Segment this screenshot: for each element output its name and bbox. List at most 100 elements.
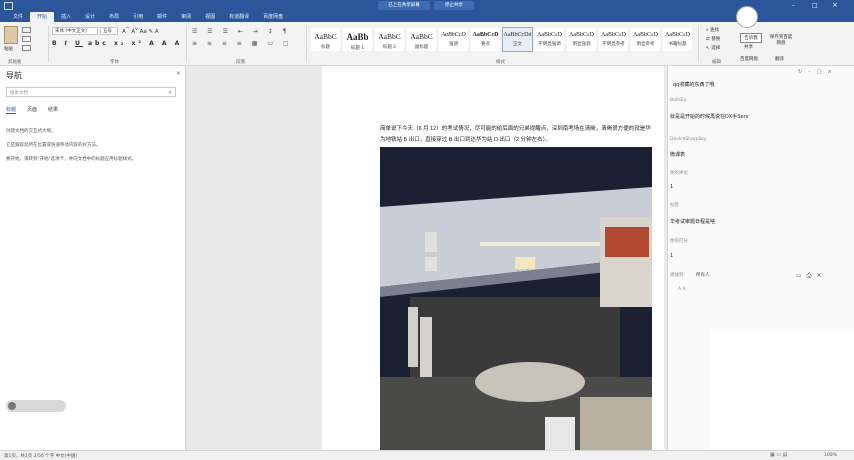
close-icon[interactable]: × (176, 70, 181, 77)
delete-icon[interactable]: ✕ (816, 272, 826, 279)
close-icon[interactable]: × (832, 1, 838, 9)
field-label: BullsEq (670, 98, 687, 103)
group-divider (306, 26, 307, 62)
find-button[interactable]: ⌕ 查找 (706, 27, 719, 33)
paste-label[interactable]: 粘贴 (4, 46, 13, 52)
status-text: 第1页，共1页 2/56 个字 中文(中国) (4, 454, 78, 459)
list-icons[interactable]: ☰ ☰ ☰ ⇤ ⇥ ↕ ¶ (192, 28, 290, 35)
search-icon[interactable]: ⌕ (169, 89, 172, 97)
nav-search-input[interactable]: 搜索文档 ⌕ (6, 87, 176, 97)
style-emphasis[interactable]: AaBbCcD 强调 (438, 27, 469, 52)
field-value[interactable]: 就是是开始的时候再说在DX手Serv (670, 113, 749, 120)
tab-review[interactable]: 审阅 (174, 12, 198, 22)
print-icon[interactable]: ⎙ (807, 272, 817, 279)
style-subtle-reference[interactable]: AaBbCcD 不明显参考 (598, 27, 629, 52)
floating-toolbar[interactable] (6, 400, 66, 412)
font-size-hint: A A (678, 287, 686, 292)
style-title[interactable]: AaBbC 标题 (310, 27, 341, 52)
group-label-editing: 编辑 (712, 60, 721, 65)
style-subtitle[interactable]: AaBbC 副标题 (406, 27, 437, 52)
close-icon[interactable]: × (827, 69, 837, 75)
group-divider (48, 26, 49, 62)
status-bar: 第1页，共1页 2/56 个字 中文(中国) ▦ ▭ ▤ 100% (0, 450, 854, 460)
align-icons[interactable]: ≡ ≡ ≡ ≡ ▦ ▭ ▢ (192, 40, 293, 47)
style-book-title[interactable]: AaBbCcD 书籍标题 (662, 27, 693, 52)
share-status-pill: 已上在共享屏幕 (378, 1, 430, 10)
tab-references[interactable]: 引用 (126, 12, 150, 22)
field-value[interactable]: 华考试审题日程是啥 (670, 218, 715, 225)
tab-file[interactable]: 文件 (6, 12, 30, 22)
font-name-select[interactable]: 宋体 (中文正文) (52, 27, 98, 35)
replace-button[interactable]: ⇄ 替换 (706, 36, 720, 42)
style-normal[interactable]: AaBbCcDd 正文 (502, 27, 533, 52)
nav-help-line: 它是跟踪您所在位置或快速移动内容的好方法。 (6, 143, 101, 148)
stop-share-button[interactable]: 停止共享 (434, 1, 474, 10)
format-painter-icon[interactable] (22, 45, 31, 51)
copy-icon[interactable] (22, 36, 31, 42)
maximize-icon[interactable]: □ (812, 2, 818, 9)
maximize-icon[interactable]: □ (817, 69, 828, 75)
group-label-styles: 样式 (496, 60, 505, 65)
field-value[interactable]: 1 (670, 184, 673, 190)
style-subtle-emphasis[interactable]: AaBbCcD 不明显强调 (534, 27, 565, 52)
nav-title: 导航 (6, 71, 22, 80)
paste-icon[interactable] (4, 26, 18, 44)
field-label: 你的打分 (670, 239, 688, 244)
avatar[interactable] (736, 6, 758, 28)
share-button[interactable]: 共享 (744, 44, 753, 50)
zoom-level[interactable]: 100% (824, 453, 837, 458)
field-value[interactable]: 1 (670, 253, 673, 259)
style-heading2[interactable]: AaBbC 标题 2 (374, 27, 405, 52)
minimize-icon[interactable]: – (792, 2, 795, 9)
nav-tab-headings[interactable]: 标题 (6, 106, 17, 114)
cut-icon[interactable] (22, 27, 31, 33)
style-strong[interactable]: AaBbCcD 要点 (470, 27, 501, 52)
photo-night-street (380, 147, 652, 450)
font-format-icons[interactable]: B I U abc x₂ x² A A A (52, 40, 182, 47)
view-icons[interactable]: ▦ ▭ ▤ (770, 452, 787, 458)
nav-tab-results[interactable]: 结果 (48, 106, 58, 113)
tab-insert[interactable]: 插入 (54, 12, 78, 22)
grow-font-icon[interactable]: A^ Av Aa ✎ A (122, 27, 159, 35)
style-heading1[interactable]: AaBb 标题 1 (342, 27, 373, 52)
nav-tab-pages[interactable]: 页面 (27, 106, 37, 113)
select-button[interactable]: ↖ 选择 (706, 45, 720, 51)
title-bar: 已上在共享屏幕 停止共享 – □ × (0, 0, 854, 12)
add-to-select[interactable]: 所有人 (696, 272, 710, 278)
document-paragraph[interactable]: 简单说下今天（6 月 12）的考试情况，尽可能的给后面的兄弟提醒点，深圳南考场在… (380, 124, 652, 146)
nav-help-line: 创建文档的交互式大纲。 (6, 129, 56, 134)
nav-help-line: 要开始，请转到"开始"选项卡，并向文档中的标题应用标题样式。 (6, 157, 137, 162)
tell-me-button[interactable]: 告诉我 (740, 33, 762, 43)
tab-design[interactable]: 设计 (78, 12, 102, 22)
tab-home[interactable]: 开始 (30, 12, 55, 22)
group-label-paragraph: 段落 (236, 60, 245, 65)
navigation-pane: 导航 × 搜索文档 ⌕ 标题 页面 结果 创建文档的交互式大纲。 它是跟踪您所在… (0, 66, 186, 450)
pane-header: qq收藏的东西了哦 (673, 82, 715, 88)
field-label: 你的评论 (670, 171, 688, 176)
pane-controls[interactable]: ↻–□× (798, 69, 838, 75)
tab-layout[interactable]: 布局 (102, 12, 126, 22)
tab-mailings[interactable]: 邮件 (150, 12, 174, 22)
tab-youdao[interactable]: 有道翻译 (222, 12, 256, 22)
ribbon-tabs: 文件 开始 插入 设计 布局 引用 邮件 审阅 视图 有道翻译 百度网盘 (0, 12, 854, 22)
translate-label[interactable]: 翻译 (775, 56, 784, 62)
autosave-icon[interactable] (4, 2, 13, 10)
recorder-icon[interactable] (8, 402, 16, 410)
tab-baidu[interactable]: 百度网盘 (256, 12, 290, 22)
minimize-icon[interactable]: – (808, 69, 817, 75)
restore-icon[interactable]: ↻ (798, 69, 808, 75)
save-to-baidu-button[interactable]: 保存到百度网盘 (768, 34, 794, 46)
pane-blank-area (710, 330, 854, 450)
field-value[interactable]: 微课表 (670, 151, 685, 158)
group-label-font: 字体 (110, 60, 119, 65)
tab-view[interactable]: 视图 (198, 12, 222, 22)
font-size-select[interactable]: 五号 (100, 27, 118, 35)
pane-action-icons[interactable]: ▭⎙✕ (796, 272, 827, 280)
embedded-photo[interactable] (380, 147, 652, 450)
field-label: DeviceSharpSky (670, 137, 707, 142)
search-placeholder: 搜索文档 (10, 91, 28, 96)
style-intense-emphasis[interactable]: AaBbCcD 明显强调 (566, 27, 597, 52)
style-intense-reference[interactable]: AaBbCcD 明显参考 (630, 27, 661, 52)
group-label-clipboard: 剪贴板 (8, 60, 22, 65)
folder-icon[interactable]: ▭ (796, 272, 807, 279)
